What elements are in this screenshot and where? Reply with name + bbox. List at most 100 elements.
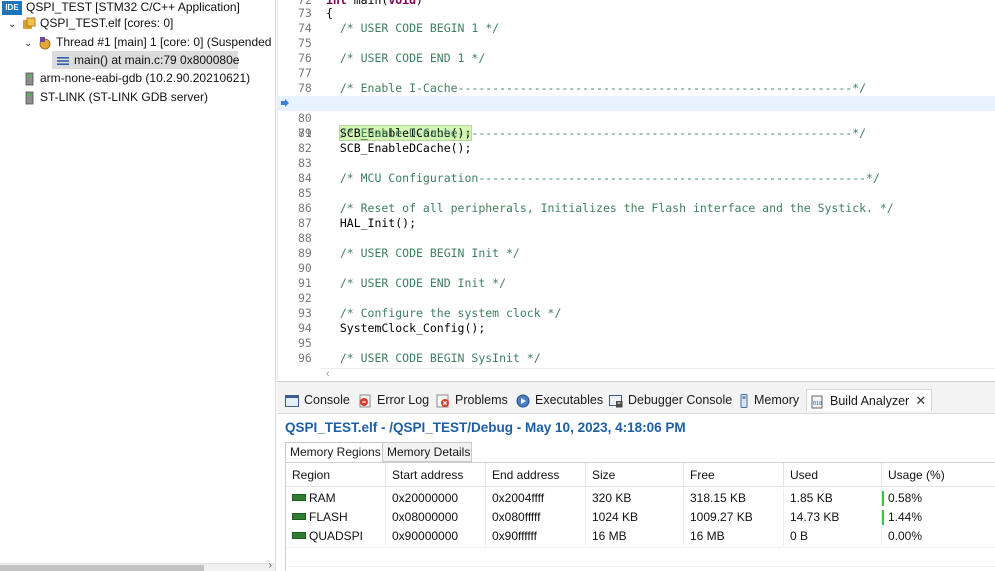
code-line[interactable]: 95: [278, 336, 995, 351]
tree-item-thread[interactable]: ⌄ Thread #1 [main] 1 [core: 0] (Suspended…: [24, 33, 275, 53]
column-header-start-address[interactable]: Start address: [386, 463, 486, 487]
executables-icon: [516, 394, 530, 408]
line-number: 78: [298, 81, 312, 95]
code-line[interactable]: 75: [278, 36, 995, 51]
horizontal-scrollbar[interactable]: ›: [0, 560, 275, 571]
table-row-region[interactable]: FLASH: [286, 508, 386, 527]
code-line[interactable]: 89 /* USER CODE BEGIN Init */: [278, 246, 995, 261]
code-editor[interactable]: 72 int main(void) 73{ 74 /* USER CODE BEG…: [277, 0, 995, 380]
column-header-free[interactable]: Free: [684, 463, 784, 487]
code-line[interactable]: 76 /* USER CODE END 1 */: [278, 51, 995, 66]
chevron-right-icon[interactable]: ›: [269, 560, 272, 571]
tab-label: Problems: [455, 393, 508, 407]
column-header-usage[interactable]: Usage (%): [882, 463, 995, 487]
code-line[interactable]: 82 SCB_EnableDCache();: [278, 141, 995, 156]
tab-memory-details[interactable]: Memory Details: [382, 442, 472, 462]
line-number: 74: [298, 21, 312, 35]
usage-percent: 1.44%: [888, 510, 923, 524]
cell-usage: 1.44%: [882, 508, 995, 527]
cell-free: 16 MB: [684, 527, 784, 546]
code-line[interactable]: 83: [278, 156, 995, 171]
line-number: 83: [298, 156, 312, 170]
cell-end-address: 0x90ffffff: [486, 527, 586, 546]
tree-item-label: main() at main.c:79 0x800080e: [74, 53, 240, 67]
line-number: 86: [298, 201, 312, 215]
usage-percent: 0.58%: [888, 491, 923, 505]
tree-item-label: QSPI_TEST [STM32 C/C++ Application]: [26, 0, 240, 14]
tree-item-gdb-server[interactable]: ST-LINK (ST-LINK GDB server): [24, 88, 208, 106]
region-name: QUADSPI: [309, 529, 364, 543]
table-row-region[interactable]: RAM: [286, 489, 386, 508]
column-header-size[interactable]: Size: [586, 463, 684, 487]
tab-build-analyzer[interactable]: 010 Build Analyzer ✕: [806, 389, 933, 412]
table-row-region[interactable]: QUADSPI: [286, 527, 386, 546]
line-number: 85: [298, 186, 312, 200]
code-line[interactable]: 88: [278, 231, 995, 246]
code-line[interactable]: 80: [278, 111, 995, 126]
code-comment: /* Configure the system clock */: [326, 306, 562, 320]
problems-icon: [436, 394, 449, 408]
code-line[interactable]: 91 /* USER CODE END Init */: [278, 276, 995, 291]
tab-label: Build Analyzer: [830, 394, 910, 408]
code-line[interactable]: 86 /* Reset of all peripherals, Initiali…: [278, 201, 995, 216]
line-number: 84: [298, 171, 312, 185]
code-line[interactable]: 81 /* Enable D-Cache--------------------…: [278, 126, 995, 141]
chevron-down-icon[interactable]: ⌄: [24, 35, 34, 53]
code-line[interactable]: 77: [278, 66, 995, 81]
code-text: SCB_EnableDCache();: [326, 141, 472, 155]
code-line[interactable]: 94 SystemClock_Config();: [278, 321, 995, 336]
tree-item-stack-frame[interactable]: main() at main.c:79 0x800080e: [52, 51, 240, 69]
column-header-end-address[interactable]: End address: [486, 463, 586, 487]
code-comment: /* USER CODE END Init */: [326, 276, 507, 290]
view-tab-bar: Console Error Log Problems Executables D…: [277, 382, 995, 414]
current-line[interactable]: 79 SCB_EnableICache();: [278, 96, 995, 141]
code-comment: /* USER CODE END 1 */: [326, 51, 486, 65]
chevron-down-icon[interactable]: ⌄: [8, 16, 18, 34]
code-comment: /* USER CODE BEGIN 1 */: [326, 21, 500, 35]
line-number: 87: [298, 216, 312, 230]
elf-process-icon: [23, 17, 36, 29]
chevron-left-icon[interactable]: ‹: [326, 368, 330, 380]
code-line[interactable]: 96 /* USER CODE BEGIN SysInit */: [278, 351, 995, 366]
scrollbar-thumb[interactable]: [0, 565, 204, 571]
thread-icon: [39, 36, 51, 50]
code-line[interactable]: 73 {: [278, 6, 995, 21]
code-line[interactable]: 93 /* Configure the system clock */: [278, 306, 995, 321]
cell-size: 16 MB: [586, 527, 684, 546]
tab-memory-regions[interactable]: Memory Regions: [285, 442, 383, 462]
tab-label: Executables: [535, 393, 604, 407]
tree-item-gdb[interactable]: arm-none-eabi-gdb (10.2.90.20210621): [24, 69, 250, 87]
tree-item-process[interactable]: ⌄ QSPI_TEST.elf [cores: 0]: [8, 14, 173, 32]
code-line[interactable]: 87 HAL_Init();: [278, 216, 995, 231]
tab-memory[interactable]: Memory: [737, 389, 799, 411]
memory-chip-icon: [292, 532, 306, 540]
svg-text:010: 010: [813, 401, 822, 407]
code-text: SystemClock_Config();: [326, 321, 486, 335]
tab-executables[interactable]: Executables: [514, 389, 603, 411]
code-comment: /* Enable D-Cache-----------------------…: [326, 126, 867, 140]
tab-problems[interactable]: Problems: [434, 389, 508, 411]
tab-debugger-console[interactable]: Debugger Console: [607, 389, 732, 411]
line-number: 73: [298, 6, 312, 20]
cell-start-address: 0x08000000: [386, 508, 486, 527]
table-gridline: [286, 547, 995, 548]
line-number: 77: [298, 66, 312, 80]
line-number: 76: [298, 51, 312, 65]
tab-error-log[interactable]: Error Log: [356, 389, 429, 411]
code-line[interactable]: 85: [278, 186, 995, 201]
code-line[interactable]: 90: [278, 261, 995, 276]
editor-horizontal-scrollbar[interactable]: ‹: [320, 368, 995, 380]
line-number: 90: [298, 261, 312, 275]
line-number: 93: [298, 306, 312, 320]
line-number: 92: [298, 291, 312, 305]
tab-console[interactable]: Console: [283, 389, 350, 411]
close-icon[interactable]: ✕: [915, 390, 926, 412]
code-line[interactable]: 74 /* USER CODE BEGIN 1 */: [278, 21, 995, 36]
build-analyzer-title: QSPI_TEST.elf - /QSPI_TEST/Debug - May 1…: [285, 420, 686, 435]
code-line[interactable]: 78 /* Enable I-Cache--------------------…: [278, 81, 995, 96]
column-header-used[interactable]: Used: [784, 463, 882, 487]
code-line[interactable]: 92: [278, 291, 995, 306]
line-number: 82: [298, 141, 312, 155]
column-header-region[interactable]: Region: [286, 463, 386, 487]
code-line[interactable]: 84 /* MCU Configuration-----------------…: [278, 171, 995, 186]
